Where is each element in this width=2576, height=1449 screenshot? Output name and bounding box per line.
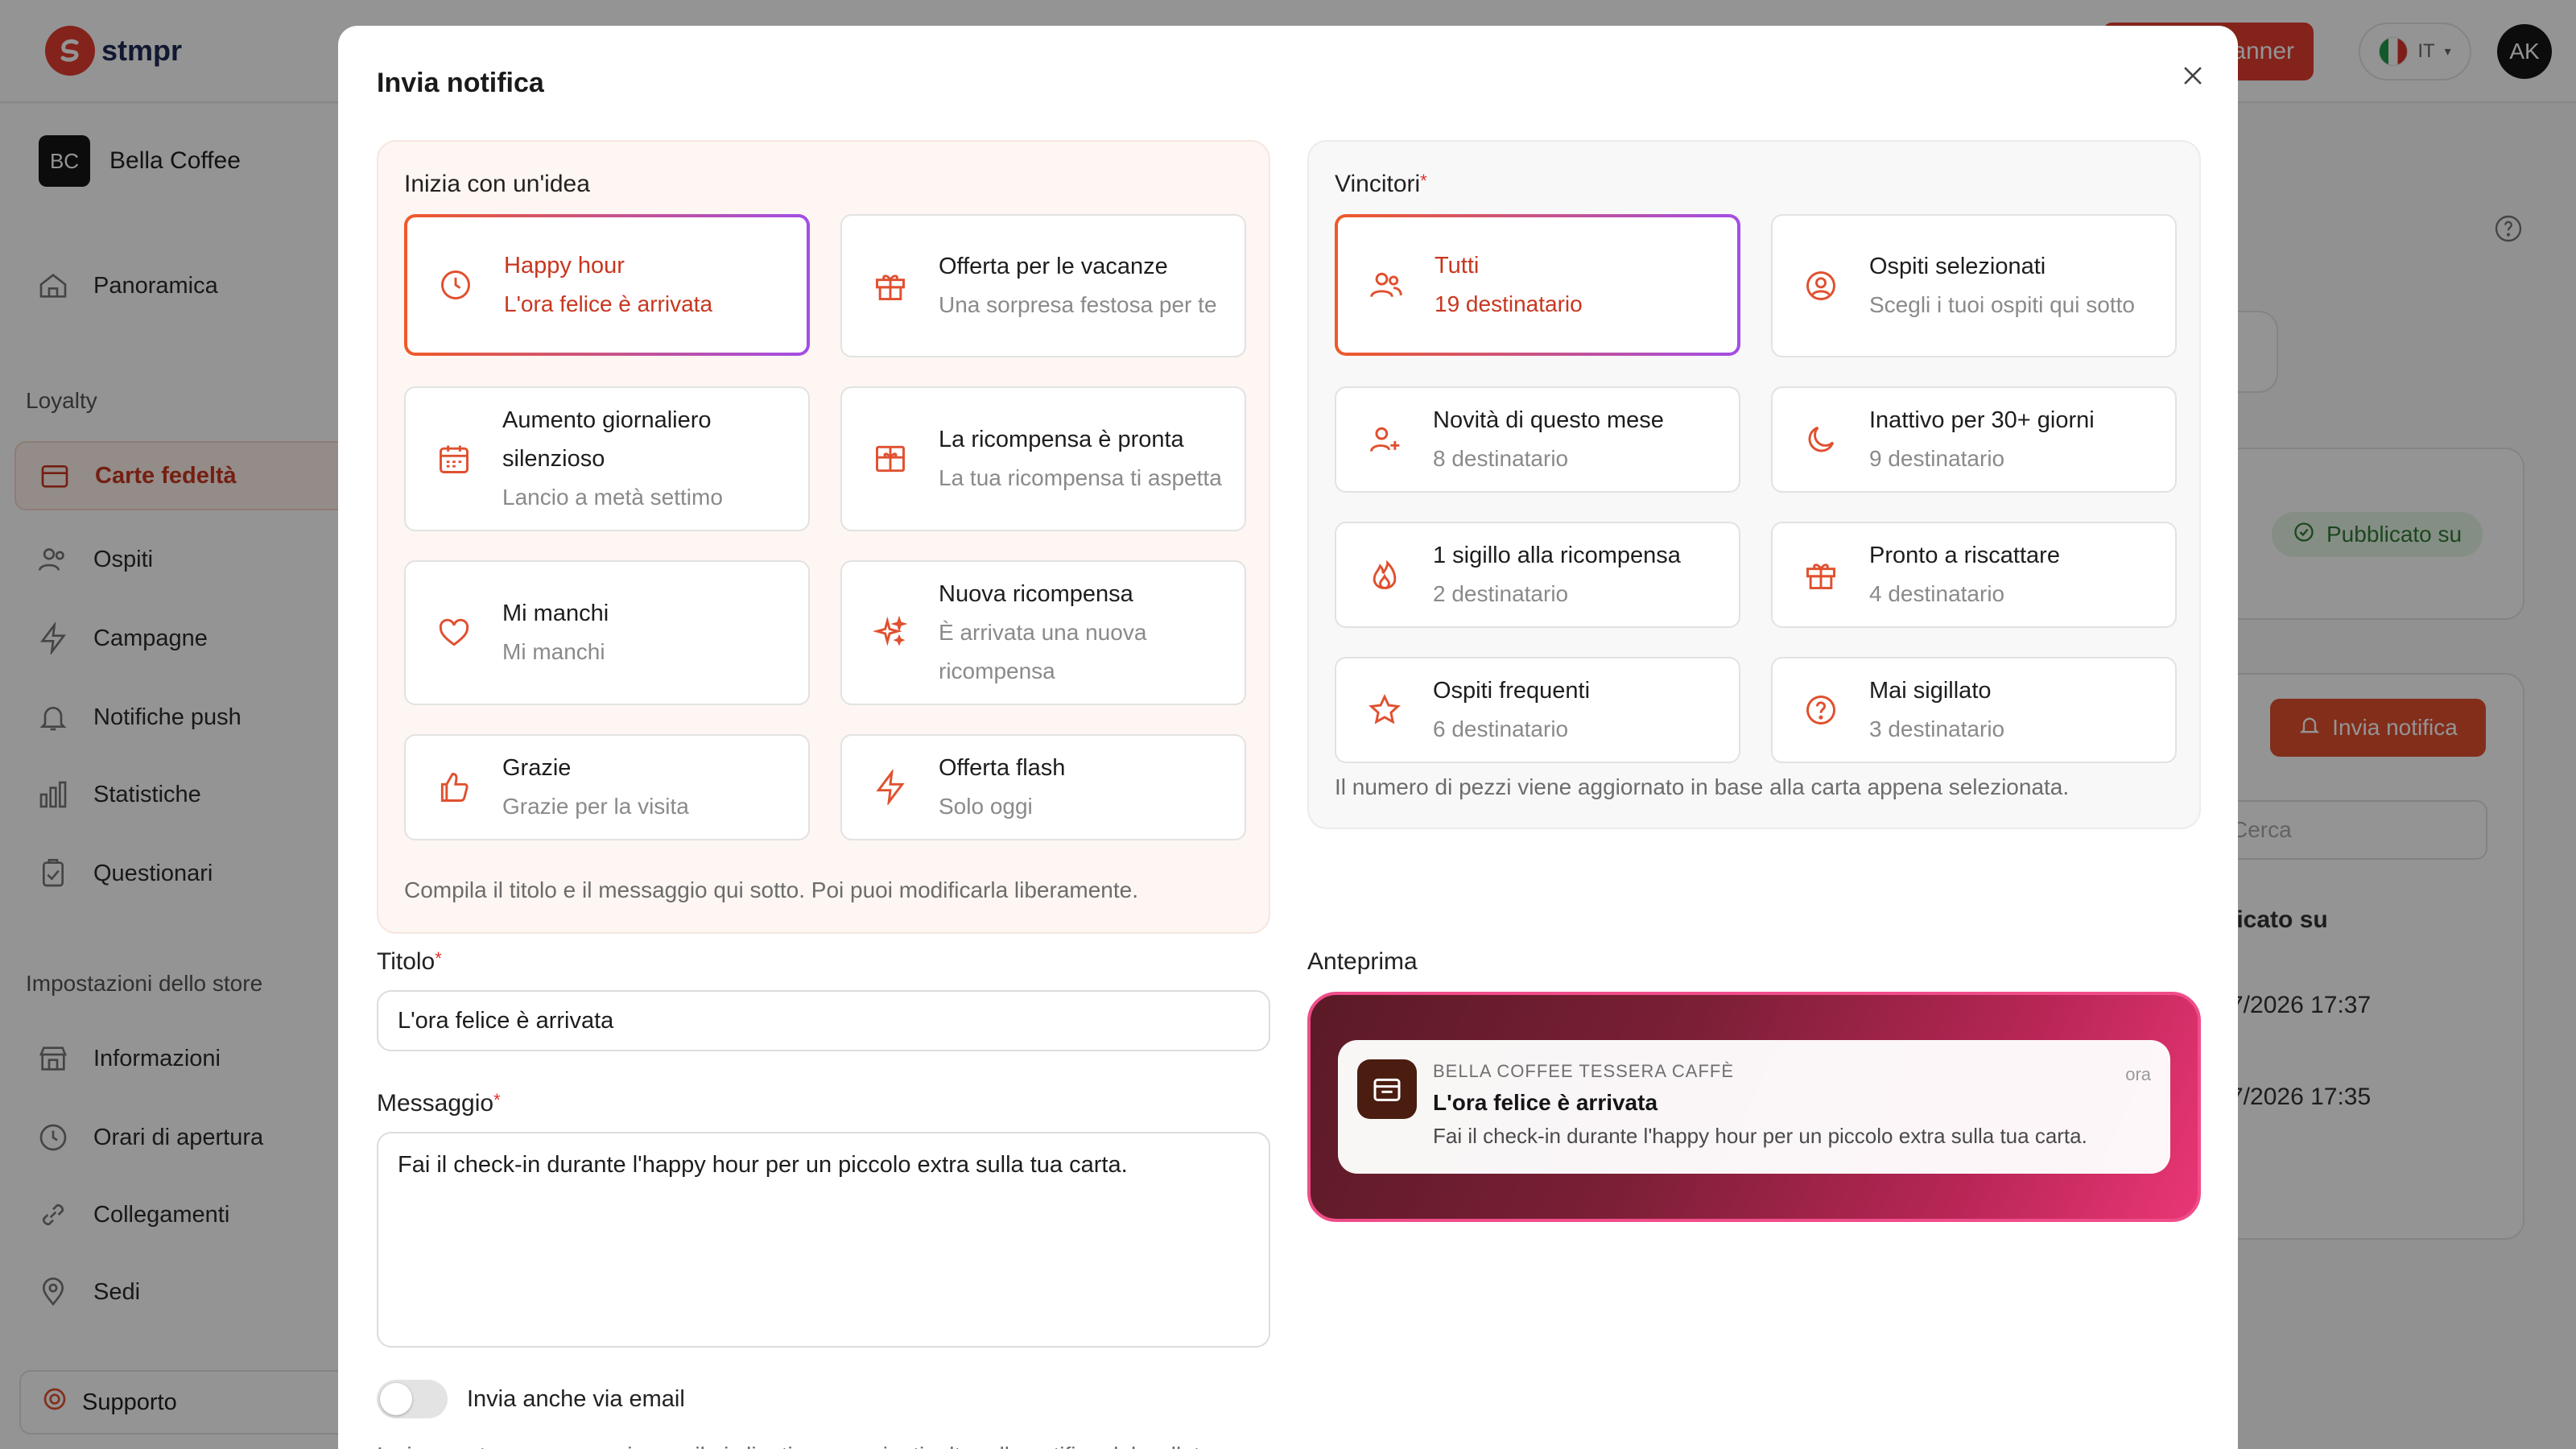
gift-icon <box>842 268 939 303</box>
winner-count: 19 destinatario <box>1435 291 1583 316</box>
idea-holiday-offer[interactable]: Offerta per le vacanze Una sorpresa fest… <box>840 214 1246 357</box>
thumbs-up-icon <box>406 770 502 805</box>
email-toggle[interactable] <box>377 1380 448 1418</box>
winner-title: Pronto a riscattare <box>1869 543 2060 568</box>
winner-count: 6 destinatario <box>1433 716 1569 741</box>
email-toggle-label: Invia anche via email <box>467 1386 685 1412</box>
flame-icon <box>1336 557 1433 592</box>
idea-new-reward[interactable]: Nuova ricompensa È arrivata una nuova ri… <box>840 560 1246 705</box>
notification-body: Fai il check-in durante l'happy hour per… <box>1433 1124 2087 1148</box>
notification-time: ora <box>2125 1064 2151 1084</box>
idea-title: Aumento giornaliero silenzioso <box>502 407 712 472</box>
title-input[interactable]: L'ora felice è arrivata <box>377 990 1270 1051</box>
idea-subtitle: Solo oggi <box>939 794 1033 819</box>
winner-count: 9 destinatario <box>1869 446 2005 471</box>
sparkles-icon <box>842 615 939 650</box>
ideas-panel: Inizia con un'idea Happy hour L'ora feli… <box>377 140 1270 934</box>
idea-subtitle: Mi manchi <box>502 639 605 664</box>
title-field-label-text: Titolo <box>377 948 436 975</box>
idea-subtitle: È arrivata una nuova ricompensa <box>939 620 1147 683</box>
idea-title: Grazie <box>502 755 572 781</box>
ideas-hint: Compila il titolo e il messaggio qui sot… <box>404 877 1138 902</box>
winner-count: Scegli i tuoi ospiti qui sotto <box>1869 292 2135 317</box>
message-field-label-text: Messaggio <box>377 1090 494 1117</box>
users-icon <box>1338 267 1435 303</box>
winner-count: 2 destinatario <box>1433 581 1569 606</box>
gift-box-icon <box>842 441 939 477</box>
winner-inactive-30[interactable]: Inattivo per 30+ giorni 9 destinatario <box>1771 386 2177 493</box>
winner-title: Inattivo per 30+ giorni <box>1869 407 2095 433</box>
idea-silent-boost[interactable]: Aumento giornaliero silenzioso Lancio a … <box>404 386 810 531</box>
winner-never-stamped[interactable]: Mai sigillato 3 destinatario <box>1771 657 2177 763</box>
required-marker: * <box>435 948 442 968</box>
notification-card: BELLA COFFEE TESSERA CAFFÈ ora L'ora fel… <box>1338 1040 2170 1174</box>
wallet-app-icon <box>1357 1059 1417 1119</box>
close-icon <box>2179 62 2207 93</box>
ideas-label: Inizia con un'idea <box>404 171 590 197</box>
idea-miss-you[interactable]: Mi manchi Mi manchi <box>404 560 810 705</box>
winner-new-this-month[interactable]: Novità di questo mese 8 destinatario <box>1335 386 1740 493</box>
notification-preview: BELLA COFFEE TESSERA CAFFÈ ora L'ora fel… <box>1307 992 2201 1222</box>
heart-icon <box>406 615 502 650</box>
winner-selected-guests[interactable]: Ospiti selezionati Scegli i tuoi ospiti … <box>1771 214 2177 357</box>
user-plus-icon <box>1336 422 1433 457</box>
email-toggle-description: Invia questa campagna via email ai clien… <box>377 1431 1270 1449</box>
modal-title: Invia notifica <box>377 68 544 98</box>
message-field-label: Messaggio* <box>377 1090 501 1117</box>
winner-count: 3 destinatario <box>1869 716 2005 741</box>
idea-title: Offerta per le vacanze <box>939 254 1168 279</box>
moon-icon <box>1773 422 1869 457</box>
calendar-icon <box>406 441 502 477</box>
idea-happy-hour[interactable]: Happy hour L'ora felice è arrivata <box>404 214 810 356</box>
notification-title: L'ora felice è arrivata <box>1433 1090 1658 1115</box>
winner-title: Novità di questo mese <box>1433 407 1664 433</box>
idea-subtitle: Una sorpresa festosa per te <box>939 292 1217 317</box>
winner-ready-to-redeem[interactable]: Pronto a riscattare 4 destinatario <box>1771 522 2177 628</box>
flash-icon <box>842 770 939 805</box>
question-circle-icon <box>1773 692 1869 728</box>
gift-icon <box>1773 557 1869 592</box>
winners-hint: Il numero di pezzi viene aggiornato in b… <box>1335 774 2070 799</box>
winners-label-text: Vincitori <box>1335 171 1421 197</box>
title-field-label: Titolo* <box>377 948 442 976</box>
idea-subtitle: La tua ricompensa ti aspetta <box>939 465 1222 490</box>
idea-title: Happy hour <box>504 253 625 279</box>
winner-all[interactable]: Tutti 19 destinatario <box>1335 214 1740 356</box>
required-marker: * <box>1420 171 1427 191</box>
notification-app-name: BELLA COFFEE TESSERA CAFFÈ <box>1433 1061 1735 1081</box>
winners-panel: Vincitori* Tutti 19 destinatario Ospiti … <box>1307 140 2201 829</box>
winner-count: 8 destinatario <box>1433 446 1569 471</box>
idea-title: Nuova ricompensa <box>939 581 1133 607</box>
idea-title: Mi manchi <box>502 601 609 626</box>
message-textarea[interactable]: Fai il check-in durante l'happy hour per… <box>377 1132 1270 1348</box>
idea-subtitle: Lancio a metà settimo <box>502 485 723 510</box>
user-circle-icon <box>1773 268 1869 303</box>
winners-label: Vincitori* <box>1335 171 1427 198</box>
idea-flash-offer[interactable]: Offerta flash Solo oggi <box>840 734 1246 840</box>
clock-icon <box>407 267 504 303</box>
star-icon <box>1336 692 1433 728</box>
close-button[interactable] <box>2170 55 2215 100</box>
idea-subtitle: Grazie per la visita <box>502 794 689 819</box>
winner-title: Mai sigillato <box>1869 678 1992 704</box>
winner-one-stamp[interactable]: 1 sigillo alla ricompensa 2 destinatario <box>1335 522 1740 628</box>
idea-subtitle: L'ora felice è arrivata <box>504 291 713 316</box>
winner-title: Ospiti frequenti <box>1433 678 1591 704</box>
winner-title: Tutti <box>1435 253 1480 279</box>
send-notification-modal: Invia notifica Inizia con un'idea Happy … <box>338 26 2238 1449</box>
winner-count: 4 destinatario <box>1869 581 2005 606</box>
idea-title: La ricompensa è pronta <box>939 427 1184 452</box>
idea-title: Offerta flash <box>939 755 1066 781</box>
toggle-knob <box>380 1383 412 1415</box>
winner-title: Ospiti selezionati <box>1869 254 2046 279</box>
idea-reward-ready[interactable]: La ricompensa è pronta La tua ricompensa… <box>840 386 1246 531</box>
winner-title: 1 sigillo alla ricompensa <box>1433 543 1681 568</box>
preview-label: Anteprima <box>1307 948 1418 975</box>
required-marker: * <box>493 1090 501 1110</box>
idea-thanks[interactable]: Grazie Grazie per la visita <box>404 734 810 840</box>
winner-frequent-guests[interactable]: Ospiti frequenti 6 destinatario <box>1335 657 1740 763</box>
